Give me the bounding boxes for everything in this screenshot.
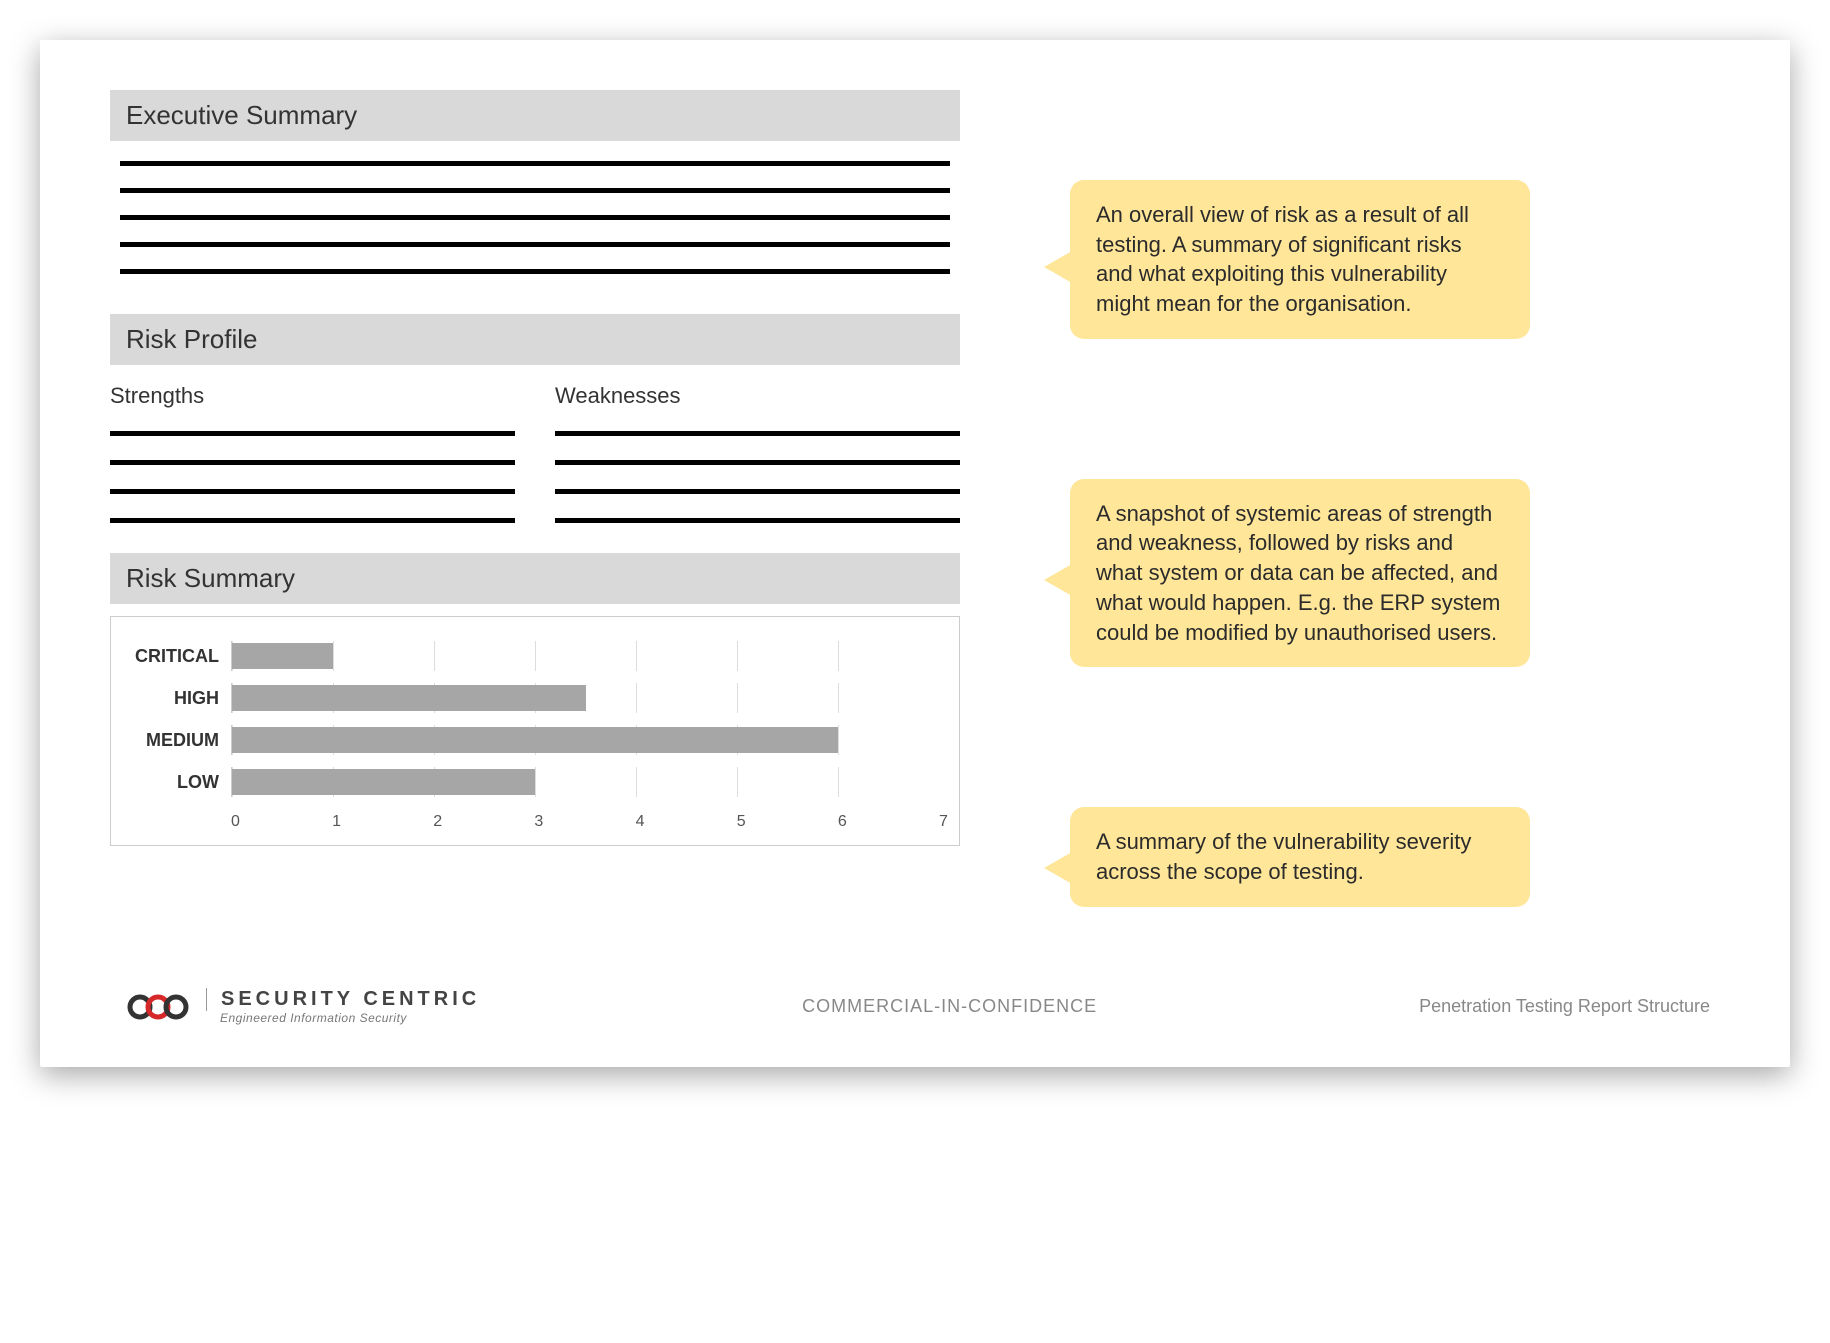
chart-bar-track xyxy=(231,683,939,713)
chart-bar-track xyxy=(231,725,939,755)
placeholder-line xyxy=(555,518,960,523)
chain-link-icon xyxy=(120,987,190,1027)
placeholder-line xyxy=(110,489,515,494)
placeholder-line xyxy=(110,460,515,465)
callout-risk-summary: A summary of the vulnerability severity … xyxy=(1070,807,1530,906)
weaknesses-column: Weaknesses xyxy=(555,375,960,523)
chart-bar-row: MEDIUM xyxy=(131,719,939,761)
placeholder-line xyxy=(120,269,950,274)
chart-category-label: MEDIUM xyxy=(131,730,231,751)
brand-name: SECURITY CENTRIC xyxy=(206,988,480,1011)
annotations-column: An overall view of risk as a result of a… xyxy=(1020,90,1720,907)
chart-category-label: CRITICAL xyxy=(131,646,231,667)
document-page: Executive Summary Risk Profile Strengths xyxy=(40,40,1790,1067)
chart-bar-track xyxy=(231,767,939,797)
section-risk-summary: Risk Summary CRITICAL HIGH MEDIUM LOW 01234… xyxy=(110,553,960,846)
placeholder-line xyxy=(120,242,950,247)
section-heading: Risk Summary xyxy=(110,553,960,604)
placeholder-line xyxy=(110,431,515,436)
placeholder-line xyxy=(120,161,950,166)
risk-summary-chart: CRITICAL HIGH MEDIUM LOW 01234567 xyxy=(110,616,960,846)
page-footer: SECURITY CENTRIC Engineered Information … xyxy=(110,967,1720,1037)
chart-category-label: LOW xyxy=(131,772,231,793)
brand-logo: SECURITY CENTRIC Engineered Information … xyxy=(120,987,480,1027)
section-heading: Risk Profile xyxy=(110,314,960,365)
section-executive-summary: Executive Summary xyxy=(110,90,960,284)
callout-exec-summary: An overall view of risk as a result of a… xyxy=(1070,180,1530,339)
placeholder-text-block xyxy=(110,141,960,284)
confidentiality-label: COMMERCIAL-IN-CONFIDENCE xyxy=(802,996,1097,1017)
placeholder-line xyxy=(110,518,515,523)
section-risk-profile: Risk Profile Strengths Weaknesses xyxy=(110,314,960,523)
placeholder-line xyxy=(555,460,960,465)
strengths-column: Strengths xyxy=(110,375,515,523)
placeholder-text-block xyxy=(110,431,515,523)
placeholder-line xyxy=(120,188,950,193)
document-title: Penetration Testing Report Structure xyxy=(1419,996,1710,1017)
report-body-column: Executive Summary Risk Profile Strengths xyxy=(110,90,960,907)
section-heading: Executive Summary xyxy=(110,90,960,141)
weaknesses-label: Weaknesses xyxy=(555,383,960,409)
chart-bar-track xyxy=(231,641,939,671)
chart-bar-row: CRITICAL xyxy=(131,635,939,677)
chart-bar-row: HIGH xyxy=(131,677,939,719)
chart-bar-fill xyxy=(232,643,333,669)
placeholder-line xyxy=(555,489,960,494)
placeholder-line xyxy=(555,431,960,436)
placeholder-line xyxy=(120,215,950,220)
placeholder-text-block xyxy=(555,431,960,523)
chart-bar-fill xyxy=(232,727,838,753)
brand-tagline: Engineered Information Security xyxy=(206,1011,480,1025)
callout-risk-profile: A snapshot of systemic areas of strength… xyxy=(1070,479,1530,667)
chart-bar-row: LOW xyxy=(131,761,939,803)
chart-bar-fill xyxy=(232,769,535,795)
strengths-label: Strengths xyxy=(110,383,515,409)
chart-category-label: HIGH xyxy=(131,688,231,709)
chart-bar-fill xyxy=(232,685,586,711)
chart-x-axis: 01234567 xyxy=(131,807,939,837)
